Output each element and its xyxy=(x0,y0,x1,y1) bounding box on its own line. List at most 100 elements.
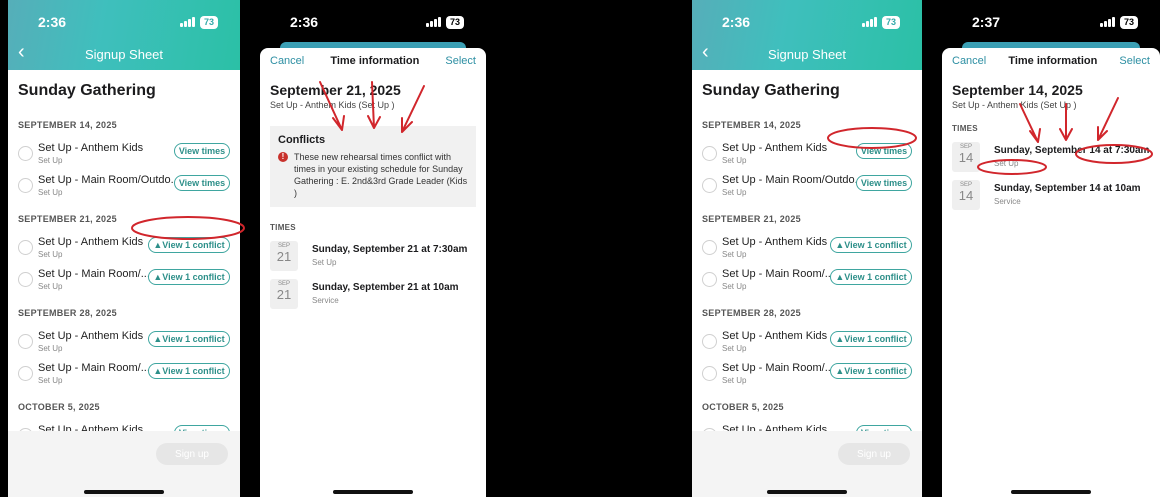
signup-screen-1: 2:36 73 ‹ Signup Sheet Sunday Gathering … xyxy=(8,0,240,497)
header-bar: 2:36 73 ‹ Signup Sheet xyxy=(692,0,922,70)
time-info-screen-2: 2:37 73 Cancel Time information Select S… xyxy=(942,0,1160,497)
button-label: View 1 conflict xyxy=(844,334,907,344)
time-subtitle: Service xyxy=(994,197,1021,206)
item-subtitle: Set Up xyxy=(722,282,747,291)
select-button[interactable]: Select xyxy=(1119,55,1150,67)
time-row[interactable]: SEP 14 Sunday, September 14 at 7:30am Set U… xyxy=(942,142,1160,180)
button-label: View 1 conflict xyxy=(162,272,225,282)
list-item[interactable]: Set Up - Main Room/Outdo... Set Up View ti… xyxy=(8,172,240,204)
section-date-header: SEPTEMBER 14, 2025 xyxy=(702,120,801,130)
view-conflict-button[interactable]: ▲ View 1 conflict xyxy=(830,331,912,347)
sign-up-button[interactable]: Sign up xyxy=(156,443,228,465)
time-info-card: Cancel Time information Select September… xyxy=(260,48,486,497)
button-label: View times xyxy=(178,178,226,188)
date-month: SEP xyxy=(959,144,972,150)
list-item[interactable]: Set Up - Anthem Kids Set Up ▲ View 1 confl… xyxy=(692,234,922,266)
radio-button[interactable] xyxy=(18,146,33,161)
back-chevron-icon[interactable]: ‹ xyxy=(702,42,709,62)
clock: 2:36 xyxy=(38,14,67,30)
section-date-header: OCTOBER 5, 2025 xyxy=(18,402,100,412)
bottom-bar: Sign up xyxy=(8,431,240,497)
conflicts-box: Conflicts ! These new rehearsal times co… xyxy=(270,126,476,207)
button-label: View 1 conflict xyxy=(844,240,907,250)
select-button[interactable]: Select xyxy=(445,55,476,67)
warning-triangle-icon: ▲ xyxy=(153,334,163,344)
clock: 2:37 xyxy=(972,14,1001,30)
item-subtitle: Set Up xyxy=(38,376,63,385)
time-title: Sunday, September 14 at 10am xyxy=(994,183,1141,194)
view-conflict-button[interactable]: ▲ View 1 conflict xyxy=(148,269,230,285)
time-title: Sunday, September 21 at 7:30am xyxy=(312,244,468,255)
signup-screen-2: 2:36 73 ‹ Signup Sheet Sunday Gathering … xyxy=(692,0,922,497)
view-conflict-button[interactable]: ▲ View 1 conflict xyxy=(148,331,230,347)
list-item[interactable]: Set Up - Main Room/... Set Up ▲ View 1 con… xyxy=(692,266,922,298)
view-times-button[interactable]: View times xyxy=(174,143,230,159)
conflicts-text: These new rehearsal times conflict with … xyxy=(294,152,468,198)
date-month: SEP xyxy=(277,281,290,287)
item-subtitle: Set Up xyxy=(38,282,63,291)
list-item[interactable]: Set Up - Anthem Kids Set Up View times xyxy=(692,140,922,172)
list-item[interactable]: Set Up - Main Room/... Set Up ▲ View 1 con… xyxy=(8,266,240,298)
conflicts-title: Conflicts xyxy=(278,134,326,146)
list-item[interactable]: Set Up - Main Room/... Set Up ▲ View 1 con… xyxy=(8,360,240,392)
radio-button[interactable] xyxy=(702,366,717,381)
time-info-card: Cancel Time information Select September… xyxy=(942,48,1160,497)
time-row[interactable]: SEP 21 Sunday, September 21 at 7:30am Set U… xyxy=(260,241,486,279)
button-label: View 1 conflict xyxy=(162,366,225,376)
button-label: View 1 conflict xyxy=(162,334,225,344)
event-subtitle: Set Up - Anthem Kids (Set Up ) xyxy=(952,100,1077,110)
section-date-header: SEPTEMBER 28, 2025 xyxy=(702,308,801,318)
item-subtitle: Set Up xyxy=(38,344,63,353)
item-subtitle: Set Up xyxy=(722,250,747,259)
view-times-button[interactable]: View times xyxy=(174,175,230,191)
time-subtitle: Set Up xyxy=(994,159,1019,168)
status-bar: 2:36 73 xyxy=(8,0,240,44)
radio-button[interactable] xyxy=(702,178,717,193)
cancel-button[interactable]: Cancel xyxy=(952,55,986,67)
section-date-header: OCTOBER 5, 2025 xyxy=(702,402,784,412)
item-title: Set Up - Anthem Kids xyxy=(38,330,144,342)
view-conflict-button[interactable]: ▲ View 1 conflict xyxy=(148,237,230,253)
item-title: Set Up - Main Room/... xyxy=(722,268,834,280)
list-item[interactable]: Set Up - Anthem Kids Set Up ▲ View 1 confl… xyxy=(692,328,922,360)
view-times-button[interactable]: View times xyxy=(856,143,912,159)
radio-button[interactable] xyxy=(702,272,717,287)
view-conflict-button[interactable]: ▲ View 1 conflict xyxy=(148,363,230,379)
item-title: Set Up - Anthem Kids xyxy=(722,142,828,154)
list-item[interactable]: Set Up - Main Room/Outdo... Set Up View ti… xyxy=(692,172,922,204)
radio-button[interactable] xyxy=(702,146,717,161)
clock: 2:36 xyxy=(722,14,751,30)
radio-button[interactable] xyxy=(18,240,33,255)
radio-button[interactable] xyxy=(18,272,33,287)
cancel-button[interactable]: Cancel xyxy=(270,55,304,67)
radio-button[interactable] xyxy=(702,240,717,255)
item-title: Set Up - Anthem Kids xyxy=(38,236,144,248)
time-row[interactable]: SEP 14 Sunday, September 14 at 10am Service xyxy=(942,180,1160,218)
time-row[interactable]: SEP 21 Sunday, September 21 at 10am Service xyxy=(260,279,486,317)
view-conflict-button[interactable]: ▲ View 1 conflict xyxy=(830,237,912,253)
times-label: TIMES xyxy=(270,223,296,232)
back-chevron-icon[interactable]: ‹ xyxy=(18,42,25,62)
battery-icon: 73 xyxy=(881,15,900,29)
radio-button[interactable] xyxy=(18,366,33,381)
sign-up-button[interactable]: Sign up xyxy=(838,443,910,465)
button-label: View times xyxy=(860,146,908,156)
signal-icon xyxy=(861,17,877,27)
radio-button[interactable] xyxy=(702,334,717,349)
view-times-button[interactable]: View times xyxy=(856,175,912,191)
event-date: September 21, 2025 xyxy=(270,82,401,98)
item-title: Set Up - Anthem Kids xyxy=(722,330,828,342)
page-title: Sunday Gathering xyxy=(702,82,840,99)
view-conflict-button[interactable]: ▲ View 1 conflict xyxy=(830,363,912,379)
list-item[interactable]: Set Up - Anthem Kids Set Up ▲ View 1 confl… xyxy=(8,328,240,360)
date-badge: SEP 14 xyxy=(952,180,980,210)
list-item[interactable]: Set Up - Anthem Kids Set Up ▲ View 1 confl… xyxy=(8,234,240,266)
button-label: View 1 conflict xyxy=(844,366,907,376)
view-conflict-button[interactable]: ▲ View 1 conflict xyxy=(830,269,912,285)
radio-button[interactable] xyxy=(18,334,33,349)
list-item[interactable]: Set Up - Main Room/... Set Up ▲ View 1 con… xyxy=(692,360,922,392)
list-item[interactable]: Set Up - Anthem Kids Set Up View times xyxy=(8,140,240,172)
time-title: Sunday, September 21 at 10am xyxy=(312,282,459,293)
time-subtitle: Set Up xyxy=(312,258,337,267)
radio-button[interactable] xyxy=(18,178,33,193)
